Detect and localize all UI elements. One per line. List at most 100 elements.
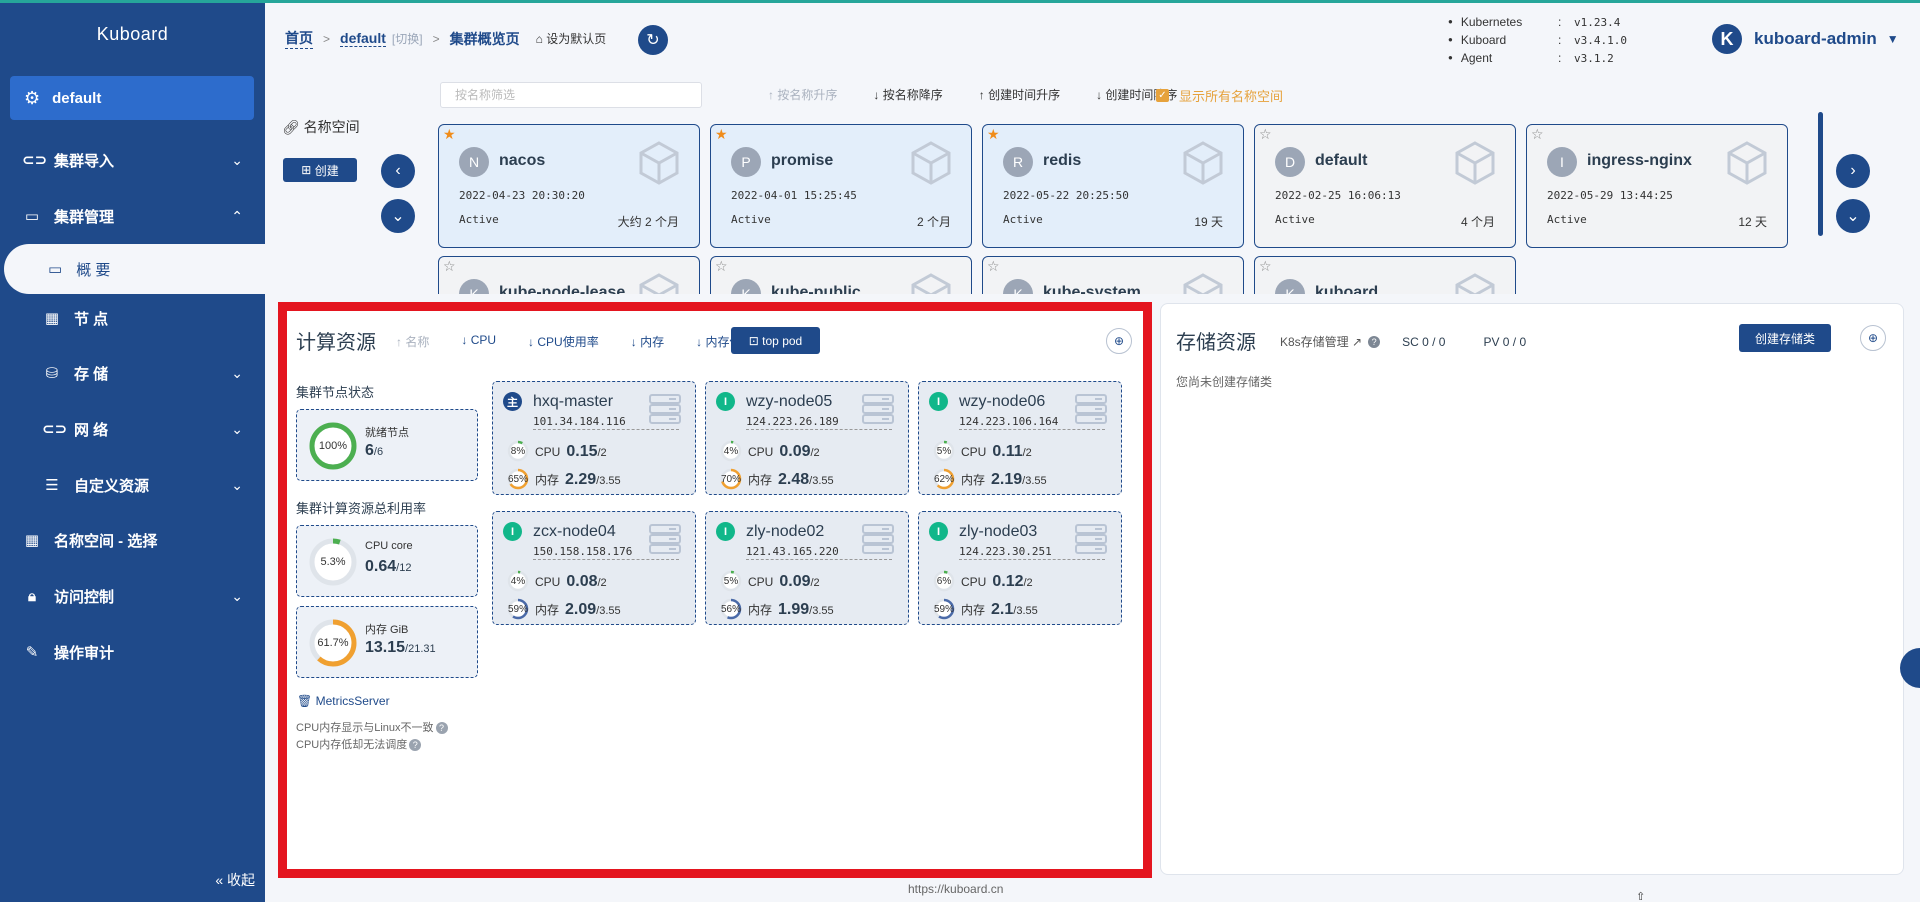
metrics-server-link[interactable]: 🗑︎ MetricsServer xyxy=(297,694,390,708)
sort-by-memory[interactable]: ↓ 内存 xyxy=(631,333,680,350)
note-cpu-mismatch[interactable]: CPU内存显示与Linux不一致? xyxy=(296,719,448,735)
node-card[interactable]: Iwzy-node05 124.223.26.189 4% CPU 0.09/2 70% 内… xyxy=(705,381,909,495)
node-card[interactable]: Izly-node02 121.43.165.220 5% CPU 0.09/2 56% 内… xyxy=(705,511,909,625)
namespace-card[interactable]: ☆ Kkuboard xyxy=(1254,256,1516,294)
node-card[interactable]: Izly-node03 124.223.30.251 6% CPU 0.12/2 59% 内… xyxy=(918,511,1122,625)
sidebar-item-storage[interactable]: ⛁ 存 储 ⌄ xyxy=(0,353,265,393)
note-cannot-schedule[interactable]: CPU内存低却无法调度? xyxy=(296,736,422,752)
sort-by-cpu[interactable]: ↓ CPU xyxy=(461,333,512,350)
cpu-total: /2 xyxy=(1023,577,1033,589)
sort-name-asc[interactable]: ↑ 按名称升序 xyxy=(768,86,855,103)
crumb-home[interactable]: 首页 xyxy=(285,28,313,49)
node-card[interactable]: Izcx-node04 150.158.158.176 4% CPU 0.08/2 59%… xyxy=(492,511,696,625)
sort-label: CPU使用率 xyxy=(537,335,599,349)
cpu-pct: 5% xyxy=(936,445,952,457)
star-icon[interactable]: ★ xyxy=(715,126,728,143)
sort-by-name[interactable]: ↑ 名称 xyxy=(396,333,445,350)
sidebar-item-nodes[interactable]: ▦ 节 点 xyxy=(0,298,265,338)
sidebar-item-access-control[interactable]: 🔒︎ 访问控制 ⌄ xyxy=(0,576,265,616)
sort-name-desc[interactable]: ↓ 按名称降序 xyxy=(873,86,960,103)
namespace-age: 大约 2 个月 xyxy=(617,215,679,229)
star-icon[interactable]: ☆ xyxy=(443,258,456,275)
star-icon[interactable]: ☆ xyxy=(1259,126,1272,143)
node-name: hxq-master xyxy=(533,393,614,410)
node-name: zly-node02 xyxy=(746,523,825,540)
sidebar-item-audit[interactable]: ✎ 操作审计 xyxy=(0,632,265,672)
collapse-label: 收起 xyxy=(227,872,255,888)
trash-icon: 🗑︎ xyxy=(297,694,316,708)
show-all-namespaces-checkbox[interactable]: ✓ 显示所有名称空间 xyxy=(1156,86,1283,105)
zoom-icon[interactable]: ⊕ xyxy=(1106,328,1132,354)
namespace-card[interactable]: ☆ Ddefault 2022-02-25 16:06:13 Active 4 个月 xyxy=(1254,124,1516,248)
namespace-name: redis xyxy=(1043,152,1082,169)
zoom-icon[interactable]: ⊕ xyxy=(1860,325,1886,351)
namespace-card[interactable]: ☆ Kkube-public xyxy=(710,256,972,294)
node-cpu-row: 4% CPU 0.09/2 xyxy=(720,434,820,462)
brand-logo[interactable]: Kuboard xyxy=(0,0,265,68)
refresh-button[interactable]: ↻ xyxy=(638,25,668,55)
namespace-status: Active xyxy=(459,213,499,226)
namespace-age: 2 个月 xyxy=(916,215,951,229)
namespace-initial: I xyxy=(1547,147,1577,177)
namespace-card[interactable]: ★ Nnacos 2022-04-23 20:30:20 Active 大约 2 个月 xyxy=(438,124,700,248)
footer-link[interactable]: https://kuboard.cn xyxy=(908,882,1003,896)
sidebar-item-namespace-select[interactable]: ▦ 名称空间 - 选择 xyxy=(0,520,265,560)
k8s-storage-link[interactable]: K8s存储管理 ↗ xyxy=(1280,333,1362,350)
collapse-button[interactable]: « 收起 xyxy=(215,870,255,890)
sidebar-item-custom-resources[interactable]: ☰ 自定义资源 ⌄ xyxy=(0,465,265,505)
node-memory-row: 65% 内存 2.29/3.55 xyxy=(507,462,621,490)
namespace-expand-button[interactable]: ⌄ xyxy=(381,199,415,233)
chevron-down-icon: ⌄ xyxy=(231,587,243,604)
sidebar-item-network[interactable]: ⊂⊃ 网 络 ⌄ xyxy=(0,409,265,449)
namespace-card[interactable]: ☆ Kkube-node-lease xyxy=(438,256,700,294)
cpu-label: CPU xyxy=(535,575,561,589)
namespace-name: default xyxy=(1315,152,1368,169)
external-link-icon: ↗ xyxy=(1352,335,1363,349)
node-card[interactable]: 主 hxq-master 101.34.184.116 8% CPU 0.15/2 65% 内… xyxy=(492,381,696,495)
namespace-collapse-button[interactable]: ⌄ xyxy=(1836,199,1870,233)
star-icon[interactable]: ★ xyxy=(987,126,1000,143)
cube-icon xyxy=(1727,141,1767,185)
sidebar-item-cluster-import[interactable]: ⊂⊃ 集群导入 ⌄ xyxy=(0,140,265,180)
namespace-name: ingress-nginx xyxy=(1587,152,1692,169)
set-default-page[interactable]: ⌂ 设为默认页 xyxy=(536,30,607,47)
star-icon[interactable]: ☆ xyxy=(1531,126,1544,143)
cpu-label: CPU core xyxy=(365,540,413,552)
namespace-prev-button[interactable]: ‹ xyxy=(381,154,415,188)
sort-by-cpu-usage[interactable]: ↓ CPU使用率 xyxy=(528,333,615,350)
crumb-switch[interactable]: [切换] xyxy=(392,30,423,47)
namespace-card[interactable]: ☆ Kkube-system xyxy=(982,256,1244,294)
create-label: 创建 xyxy=(314,163,339,178)
namespace-initial: K xyxy=(1003,279,1033,294)
namespace-age: 4 个月 xyxy=(1460,215,1495,229)
node-card[interactable]: Iwzy-node06 124.223.106.164 5% CPU 0.11/2 62%… xyxy=(918,381,1122,495)
star-icon[interactable]: ☆ xyxy=(987,258,1000,275)
namespace-card[interactable]: ★ Ppromise 2022-04-01 15:25:45 Active 2 个月 xyxy=(710,124,972,248)
namespace-next-button[interactable]: › xyxy=(1836,154,1870,188)
sidebar-namespace-default[interactable]: ⚙ default xyxy=(10,76,254,120)
namespace-card[interactable]: ☆ Iingress-nginx 2022-05-29 13:44:25 Active… xyxy=(1526,124,1788,248)
top-pod-button[interactable]: ⊡ top pod xyxy=(731,327,820,354)
memory-label: 内存 xyxy=(535,603,560,617)
crumb-cluster[interactable]: default xyxy=(340,30,386,47)
create-namespace-button[interactable]: ⊞ 创建 xyxy=(283,158,357,182)
star-icon[interactable]: ★ xyxy=(443,126,456,143)
star-icon[interactable]: ☆ xyxy=(715,258,728,275)
namespace-card[interactable]: ★ Rredis 2022-05-22 20:25:50 Active 19 天 xyxy=(982,124,1244,248)
create-storage-class-button[interactable]: 创建存储类 xyxy=(1739,324,1831,352)
namespace-sort-options: ↑ 按名称升序 ↓ 按名称降序 ↑ 创建时间升序 ↓ 创建时间降序 xyxy=(768,86,1213,103)
sort-created-asc[interactable]: ↑ 创建时间升序 xyxy=(979,86,1078,103)
sidebar-item-overview[interactable]: ▭ 概 要 xyxy=(4,244,265,294)
question-icon[interactable]: ? xyxy=(1368,335,1381,348)
cpu-used: 0.15 xyxy=(566,443,598,460)
sidebar-item-cluster-management[interactable]: ▭ 集群管理 ⌃ xyxy=(0,196,265,236)
namespace-created: 2022-05-22 20:25:50 xyxy=(1003,189,1129,202)
node-memory-row: 59% 内存 2.09/3.55 xyxy=(507,592,621,620)
star-icon[interactable]: ☆ xyxy=(1259,258,1272,275)
namespace-scrollbar[interactable] xyxy=(1818,112,1823,236)
user-menu[interactable]: K kuboard-admin ▼ xyxy=(1712,24,1899,54)
memory-label: 内存 xyxy=(535,473,560,487)
node-role-badge: 主 xyxy=(503,392,522,411)
namespace-filter-input[interactable] xyxy=(440,82,702,108)
namespace-status: Active xyxy=(1003,213,1043,226)
